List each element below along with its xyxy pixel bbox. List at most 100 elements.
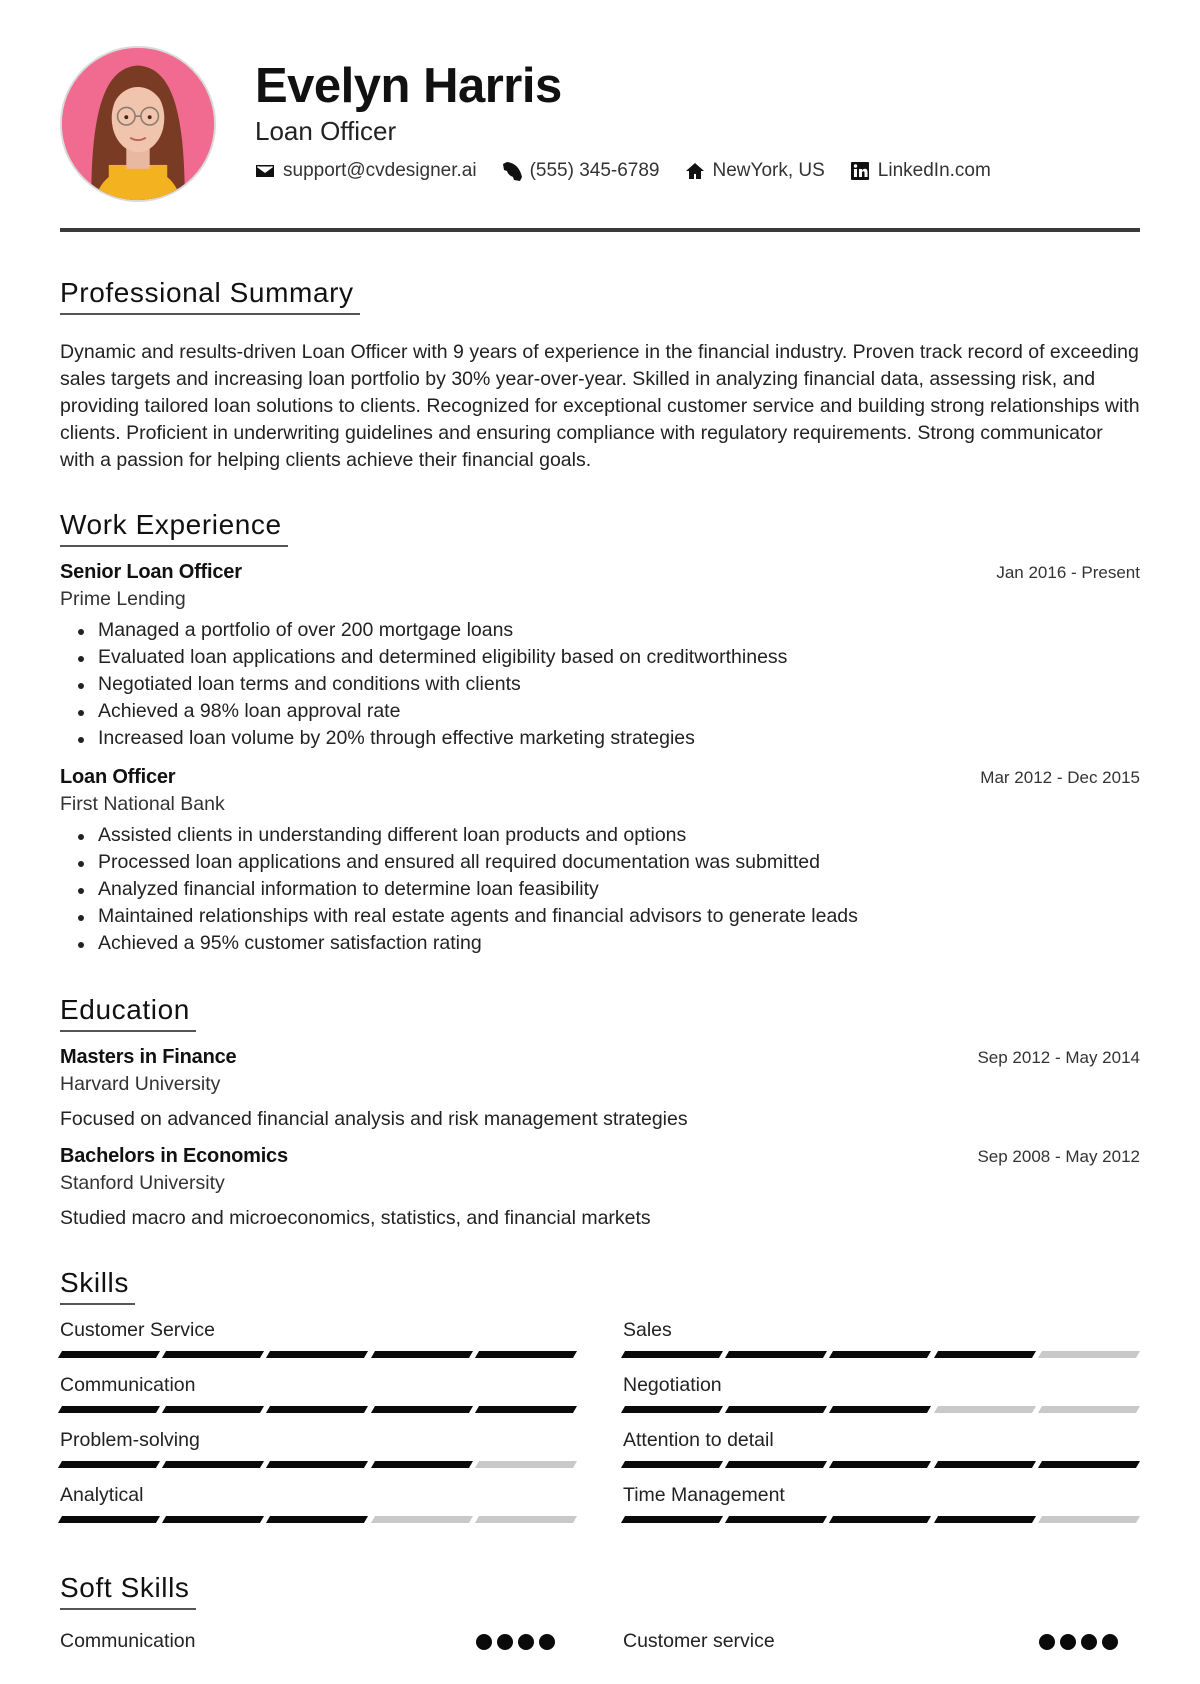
job-company: Prime Lending xyxy=(60,588,186,610)
skill-segment-filled xyxy=(266,1406,369,1413)
section-title-summary: Professional Summary xyxy=(60,276,360,315)
skill-segment-empty xyxy=(933,1406,1036,1413)
education-description: Focused on advanced financial analysis a… xyxy=(60,1108,688,1130)
job-bullet: Achieved a 98% loan approval rate xyxy=(78,698,1140,725)
header-text: Evelyn Harris Loan Officer support@cvdes… xyxy=(255,46,1016,182)
skill-item: Sales xyxy=(620,1317,1141,1358)
skill-name: Negotiation xyxy=(623,1374,722,1396)
candidate-name: Evelyn Harris xyxy=(255,59,562,113)
soft-skill-item: Communication xyxy=(60,1630,555,1653)
skill-level-bar xyxy=(57,1351,578,1358)
skill-segment-empty xyxy=(1037,1406,1141,1413)
skill-segment-filled xyxy=(57,1461,161,1468)
skill-segment-empty xyxy=(1037,1351,1141,1358)
skill-segment-filled xyxy=(162,1516,265,1523)
skill-item: Negotiation xyxy=(620,1372,1141,1413)
skill-segment-filled xyxy=(620,1406,724,1413)
skill-item: Attention to detail xyxy=(620,1427,1141,1468)
skill-level-bar xyxy=(620,1351,1141,1358)
skills-grid: Customer Service Sales Communication Negoti… xyxy=(57,1317,1141,1537)
skill-segment-empty xyxy=(474,1516,578,1523)
contact-list: support@cvdesigner.ai (555) 345-6789 New… xyxy=(255,160,1016,182)
skill-segment-filled xyxy=(57,1351,161,1358)
job-date: Jan 2016 - Present xyxy=(996,563,1140,582)
skill-segment-filled xyxy=(162,1461,265,1468)
job-bullet: Achieved a 95% customer satisfaction rat… xyxy=(78,930,1140,957)
education-description: Studied macro and microeconomics, statis… xyxy=(60,1207,651,1229)
contact-location-text: NewYork, US xyxy=(712,160,825,181)
skill-name: Customer Service xyxy=(60,1319,215,1341)
rating-dot-icon xyxy=(497,1633,513,1650)
skill-segment-filled xyxy=(266,1461,369,1468)
candidate-role: Loan Officer xyxy=(255,116,397,146)
rating-dot-icon xyxy=(476,1633,492,1650)
contact-linkedin[interactable]: LinkedIn.com xyxy=(850,160,991,182)
soft-skill-rating xyxy=(1039,1633,1118,1650)
skill-segment-filled xyxy=(370,1351,473,1358)
skill-segment-filled xyxy=(829,1406,932,1413)
skill-segment-filled xyxy=(620,1461,724,1468)
rating-dot-icon xyxy=(1102,1633,1118,1650)
skill-name: Analytical xyxy=(60,1484,144,1506)
skill-level-bar xyxy=(57,1461,578,1468)
soft-skills-section: Soft Skills Communication Customer servic… xyxy=(60,1571,1140,1653)
skill-segment-filled xyxy=(620,1351,724,1358)
section-title-education: Education xyxy=(60,993,196,1032)
job-bullets: Assisted clients in understanding differ… xyxy=(60,822,1140,957)
skill-segment-filled xyxy=(266,1516,369,1523)
skill-segment-filled xyxy=(725,1351,828,1358)
contact-phone[interactable]: (555) 345-6789 xyxy=(502,160,660,182)
skill-segment-filled xyxy=(370,1406,473,1413)
rating-dot-icon xyxy=(539,1633,555,1650)
skill-segment-filled xyxy=(933,1516,1036,1523)
skill-segment-filled xyxy=(266,1351,369,1358)
soft-skill-name: Customer service xyxy=(623,1630,775,1652)
job-date: Mar 2012 - Dec 2015 xyxy=(980,768,1140,787)
skill-segment-filled xyxy=(370,1461,473,1468)
skill-segment-filled xyxy=(474,1406,578,1413)
avatar-photo-icon xyxy=(62,48,214,200)
education-entry: Masters in Finance Sep 2012 - May 2014 H… xyxy=(60,1046,1140,1131)
contact-email-text: support@cvdesigner.ai xyxy=(283,160,477,181)
skill-segment-filled xyxy=(829,1516,932,1523)
job-bullets: Managed a portfolio of over 200 mortgage… xyxy=(60,617,1140,752)
resume-header: Evelyn Harris Loan Officer support@cvdes… xyxy=(60,46,1140,212)
job-bullet: Managed a portfolio of over 200 mortgage… xyxy=(78,617,1140,644)
skill-segment-filled xyxy=(933,1461,1036,1468)
skill-item: Communication xyxy=(57,1372,578,1413)
skill-name: Attention to detail xyxy=(623,1429,774,1451)
job-bullet: Evaluated loan applications and determin… xyxy=(78,644,1140,671)
education-date: Sep 2008 - May 2012 xyxy=(977,1147,1140,1166)
phone-icon xyxy=(502,161,522,181)
skill-segment-filled xyxy=(725,1406,828,1413)
soft-skill-rating xyxy=(476,1633,555,1650)
skill-level-bar xyxy=(620,1406,1141,1413)
education-section: Education Masters in Finance Sep 2012 - … xyxy=(60,993,1140,1230)
home-icon xyxy=(685,161,705,181)
contact-email[interactable]: support@cvdesigner.ai xyxy=(255,160,477,182)
linkedin-icon xyxy=(850,161,870,181)
rating-dot-icon xyxy=(518,1633,534,1650)
job-bullet: Processed loan applications and ensured … xyxy=(78,849,1140,876)
contact-location: NewYork, US xyxy=(685,160,825,182)
skill-item: Analytical xyxy=(57,1482,578,1523)
job-bullet: Negotiated loan terms and conditions wit… xyxy=(78,671,1140,698)
skill-segment-empty xyxy=(1037,1516,1141,1523)
job-bullet: Analyzed financial information to determ… xyxy=(78,876,1140,903)
skill-segment-empty xyxy=(474,1461,578,1468)
skill-name: Problem-solving xyxy=(60,1429,200,1451)
experience-section: Work Experience Senior Loan Officer Jan … xyxy=(60,508,1140,957)
education-date: Sep 2012 - May 2014 xyxy=(977,1048,1140,1067)
skill-level-bar xyxy=(620,1461,1141,1468)
skill-level-bar xyxy=(620,1516,1141,1523)
summary-section: Professional Summary Dynamic and results… xyxy=(60,276,1140,474)
school-name: Harvard University xyxy=(60,1073,221,1095)
resume-page: Evelyn Harris Loan Officer support@cvdes… xyxy=(0,0,1200,1653)
job-bullet: Maintained relationships with real estat… xyxy=(78,903,1140,930)
rating-dot-icon xyxy=(1060,1633,1076,1650)
job-bullet: Increased loan volume by 20% through eff… xyxy=(78,725,1140,752)
envelope-icon xyxy=(255,161,275,181)
education-entry: Bachelors in Economics Sep 2008 - May 20… xyxy=(60,1145,1140,1230)
skill-item: Time Management xyxy=(620,1482,1141,1523)
skill-item: Customer Service xyxy=(57,1317,578,1358)
